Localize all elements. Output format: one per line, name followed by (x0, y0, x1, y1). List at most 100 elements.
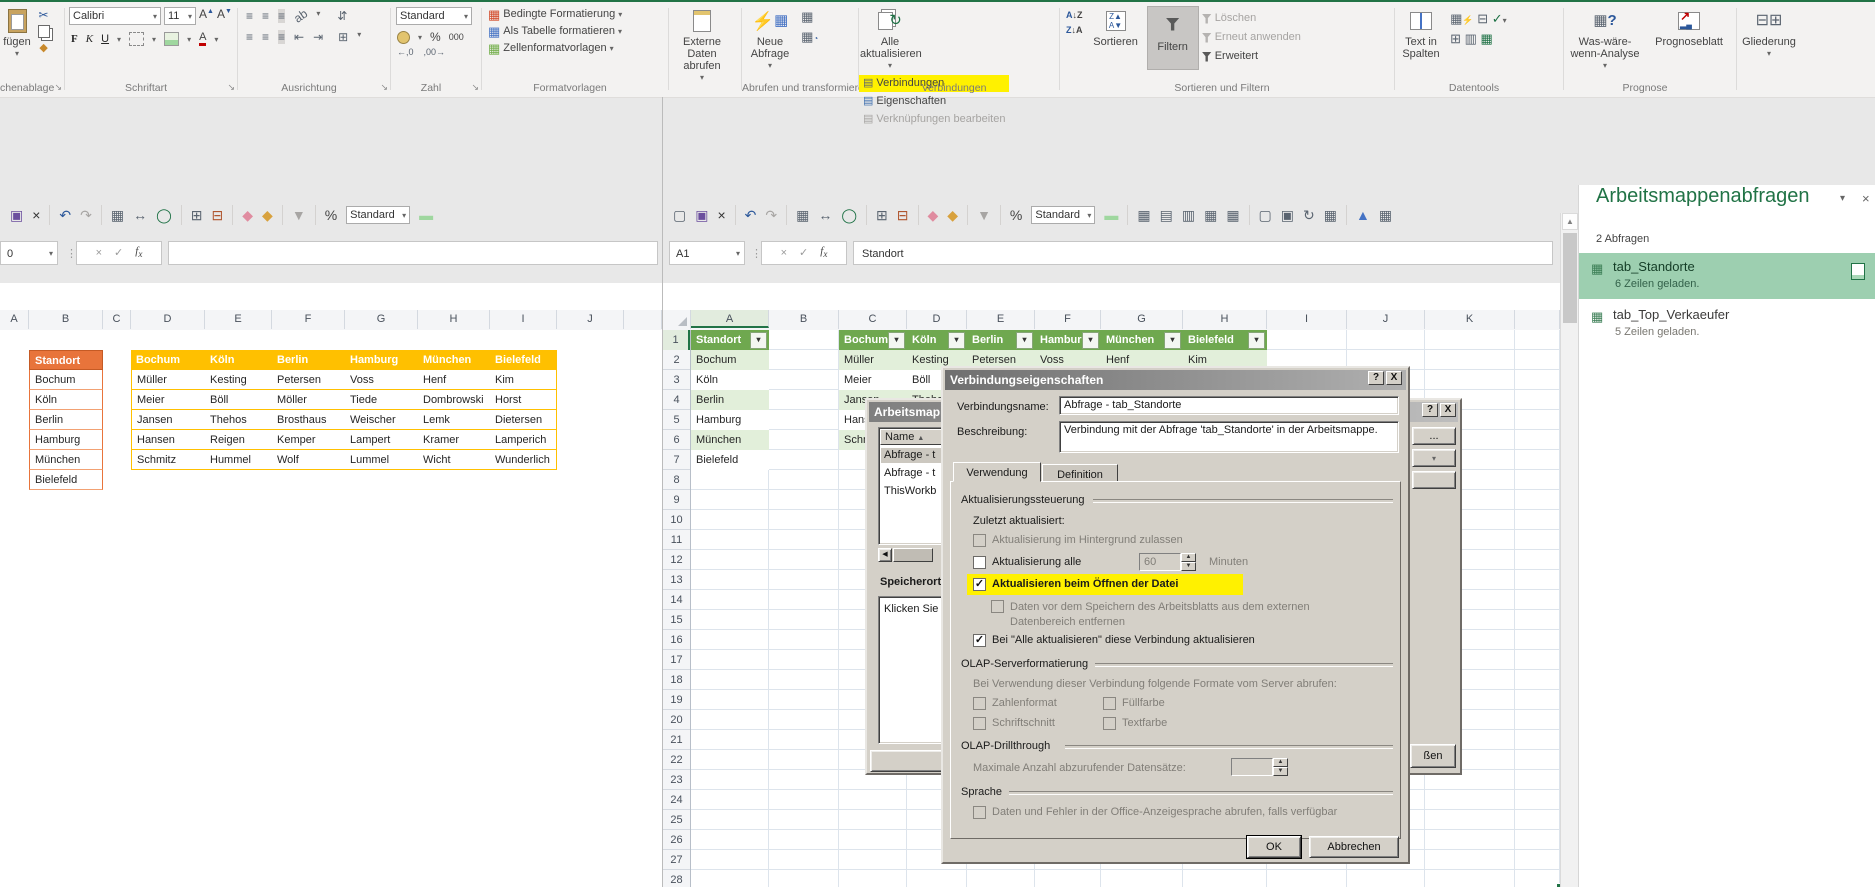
cells-delete-icon[interactable]: ⊟ (212, 207, 224, 223)
column-header[interactable] (1515, 310, 1560, 329)
table-header-cell[interactable]: Hamburg ▾ (1035, 330, 1101, 350)
row-header[interactable]: 21 (663, 730, 690, 750)
remove-duplicates-icon[interactable]: ⊟ (1477, 11, 1488, 26)
list-item[interactable]: Abfrage - t (881, 448, 950, 463)
conditional-formatting-button[interactable]: Bedingte Formatierung (503, 6, 615, 23)
shrink-font-button[interactable]: A▼ (217, 7, 232, 25)
data-validation-icon[interactable]: ✓ (1492, 11, 1503, 26)
enter-icon[interactable]: ✓ (114, 241, 123, 265)
remove-data-checkbox[interactable] (991, 600, 1004, 613)
formula-bar[interactable]: Standort (853, 241, 1553, 265)
clear-filter-button[interactable]: Löschen (1201, 10, 1301, 27)
table-cell[interactable]: Weischer (345, 410, 418, 430)
table-cell[interactable]: Wolf (272, 450, 345, 470)
table-header-cell[interactable]: Köln ▾ (907, 330, 967, 350)
eraser-icon[interactable]: ◆ (242, 207, 253, 223)
refresh-minutes-input[interactable]: 60 (1139, 553, 1181, 571)
table-cell[interactable]: Lamperich (490, 430, 557, 450)
circle-icon[interactable]: ◯ (841, 207, 857, 223)
sheet-props-icon[interactable]: ▣ (1281, 207, 1294, 223)
row-header[interactable]: 9 (663, 490, 690, 510)
table-cell[interactable]: Dombrowski (418, 390, 490, 410)
fill-color-icon[interactable]: ▬ (1104, 207, 1118, 223)
freeze-panes-icon[interactable]: ▦ (1204, 207, 1217, 223)
table-header-cell[interactable]: Bochum (131, 350, 205, 370)
table-cell[interactable]: Müller (839, 350, 907, 370)
table-cell[interactable]: Hansen (131, 430, 205, 450)
dialog-launcher-icon[interactable]: ↘ (380, 82, 388, 93)
row-header[interactable]: 26 (663, 830, 690, 850)
panel-menu-icon[interactable]: ▾ (1840, 193, 1845, 204)
properties-button-fragment[interactable] (1412, 471, 1456, 489)
max-records-input[interactable] (1231, 758, 1273, 776)
table-cell[interactable]: Lummel (345, 450, 418, 470)
row-header[interactable]: 2 (663, 350, 690, 370)
zoom-grid-icon[interactable]: ▦ (1379, 207, 1392, 223)
left-sheet-grid[interactable]: Standort Bochum Köln Berlin Hamburg München Bi… (0, 330, 662, 887)
row-header[interactable]: 10 (663, 510, 690, 530)
column-header[interactable]: I (490, 310, 557, 329)
refresh-all-button[interactable]: ↻ Alle aktualisieren ▾ (859, 6, 922, 72)
row-header[interactable]: 18 (663, 670, 690, 690)
ok-button[interactable]: OK (1246, 835, 1302, 859)
new-file-icon[interactable]: ▢ (673, 207, 686, 223)
cell-styles-button[interactable]: Zellenformatvorlagen (503, 40, 606, 57)
row-header[interactable]: 17 (663, 650, 690, 670)
scrollbar-thumb[interactable] (1563, 233, 1577, 323)
column-header[interactable]: C (839, 310, 907, 329)
scrollbar-thumb[interactable] (893, 548, 933, 562)
number-format-combo[interactable]: Standard ▾ (396, 7, 472, 25)
query-list-item[interactable]: ▦ tab_Top_Verkaeufer 5 Zeilen geladen. (1579, 301, 1875, 347)
refresh-with-all-checkbox[interactable]: ✓ (973, 634, 986, 647)
merge-center-icon[interactable]: ⊞ (338, 30, 348, 44)
table-cell[interactable]: Voss (345, 370, 418, 390)
fill-color-checkbox[interactable] (1103, 697, 1116, 710)
number-format-combo[interactable]: Standard ▾ (346, 206, 411, 224)
filter-dropdown-icon[interactable]: ▾ (1248, 332, 1265, 349)
table-cell[interactable]: Böll (205, 390, 272, 410)
row-header[interactable]: 1 (663, 330, 690, 350)
percent-icon[interactable]: % (325, 207, 337, 223)
refresh-every-checkbox[interactable] (973, 556, 986, 569)
table-header-cell[interactable]: Hamburg (345, 350, 418, 370)
accounting-format-icon[interactable] (397, 30, 410, 44)
redo-icon[interactable]: ↷ (80, 207, 92, 223)
column-header[interactable]: E (967, 310, 1035, 329)
filter-dropdown-icon[interactable]: ▾ (888, 332, 905, 349)
table-cell[interactable]: Wunderlich (490, 450, 557, 470)
calculate-icon[interactable]: ▦ (1324, 207, 1337, 223)
format-brush-icon[interactable]: ◆ (262, 207, 273, 223)
col-width-icon[interactable]: ↔ (818, 207, 832, 223)
table-cell[interactable]: Petersen (272, 370, 345, 390)
new-query-button[interactable]: ⚡ ▦ Neue Abfrage ▾ (742, 6, 798, 72)
table-cell[interactable]: Lemk (418, 410, 490, 430)
row-header[interactable]: 15 (663, 610, 690, 630)
table-cell[interactable]: Henf (418, 370, 490, 390)
language-checkbox[interactable] (973, 806, 986, 819)
font-color-icon[interactable]: A (199, 32, 207, 46)
description-input[interactable]: Verbindung mit der Abfrage 'tab_Standort… (1059, 421, 1399, 453)
recent-sources-icon[interactable]: ▦◔ (801, 29, 818, 45)
table-header-cell[interactable]: Berlin (272, 350, 345, 370)
format-as-table-button[interactable]: Als Tabelle formatieren (503, 23, 615, 40)
formula-bar[interactable] (168, 241, 658, 265)
tab-definition[interactable]: Definition (1042, 464, 1118, 482)
percent-style-icon[interactable]: % (430, 30, 441, 44)
font-size-combo[interactable]: 11 ▾ (164, 7, 196, 25)
row-header[interactable]: 3 (663, 370, 690, 390)
dialog-launcher-icon[interactable]: ↘ (54, 82, 62, 93)
text-color-checkbox[interactable] (1103, 717, 1116, 730)
grid-lines-icon[interactable]: ▦ (1226, 207, 1239, 223)
manage-data-model-icon[interactable]: ▦ (1481, 31, 1493, 46)
format-painter-icon[interactable]: ◆ (37, 41, 50, 54)
merge-cells-icon[interactable]: ▥ (1182, 207, 1195, 223)
select-all-corner[interactable] (663, 310, 691, 329)
table-cell[interactable]: Hummel (205, 450, 272, 470)
column-header[interactable]: F (1035, 310, 1101, 329)
table-header-cell[interactable]: Berlin ▾ (967, 330, 1035, 350)
table-header-cell[interactable]: Bielefeld ▾ (1183, 330, 1267, 350)
table-icon[interactable]: ▦ (796, 207, 809, 223)
new-sheet-icon[interactable]: ▢ (1259, 207, 1272, 223)
column-header[interactable]: B (769, 310, 839, 329)
align-top-icon[interactable]: ≡ (246, 9, 253, 23)
